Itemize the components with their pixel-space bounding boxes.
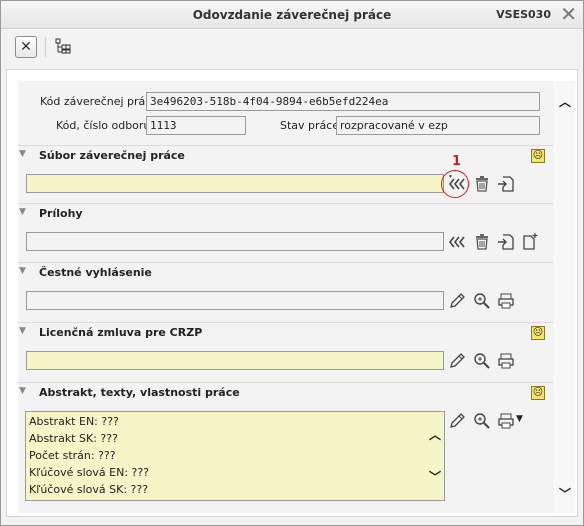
toolbar-divider [45, 37, 46, 57]
collapse-arrow-icon[interactable]: ▼ [19, 207, 26, 217]
title-bar: Odovzdanie záverečnej práce VSES030 ✕ [1, 1, 583, 29]
section-title: Abstrakt, texty, vlastnosti práce [39, 386, 240, 399]
section-divider [18, 262, 554, 263]
window-close-icon[interactable]: ✕ [560, 3, 577, 25]
collapse-arrow-icon[interactable]: ▼ [19, 386, 26, 396]
zoom-icon[interactable] [473, 412, 491, 430]
dept-code-field[interactable]: 1113 [146, 116, 246, 135]
abstract-line: Abstrakt EN: ??? [29, 415, 119, 428]
section-header-attachments[interactable]: ▼ Prílohy [18, 205, 554, 223]
print-dropdown-icon[interactable] [497, 412, 515, 430]
scroll-down-icon[interactable]: ﹀ [559, 485, 571, 502]
thesis-code-field[interactable]: 3e496203-518b-4f04-9894-e6b5efd224ea [146, 92, 540, 111]
annotation-number: 1 [452, 154, 462, 169]
scroll-up-icon[interactable]: ︿ [559, 93, 571, 110]
edit-pencil-icon[interactable] [448, 352, 466, 370]
status-field[interactable]: rozpracované v ezp [336, 116, 540, 135]
section-title: Licenčná zmluva pre CRZP [39, 326, 203, 339]
section-divider [18, 322, 554, 323]
print-icon[interactable] [497, 292, 515, 310]
abstract-textarea[interactable]: Abstrakt EN: ??? Abstrakt SK: ??? Počet … [25, 411, 445, 501]
declaration-field[interactable] [26, 291, 444, 310]
edit-pencil-icon[interactable] [448, 292, 466, 310]
zoom-icon[interactable] [473, 352, 491, 370]
collapse-arrow-icon[interactable]: ▼ [19, 149, 26, 159]
content-panel: Kód záverečnej práce 3e496203-518b-4f04-… [6, 69, 578, 517]
dialog-window: Odovzdanie záverečnej práce VSES030 ✕ ✕ … [0, 0, 584, 526]
license-field[interactable] [26, 351, 444, 370]
section-header-license[interactable]: ▼ Licenčná zmluva pre CRZP ☹ [18, 324, 554, 342]
section-divider [18, 382, 554, 383]
section-title: Čestné vyhlásenie [39, 266, 152, 279]
import-icon[interactable] [497, 233, 515, 251]
status-label: Stav práce [280, 119, 340, 132]
section-header-thesis-file[interactable]: ▼ Súbor záverečnej práce ☹ [18, 147, 554, 165]
section-divider [18, 203, 554, 204]
section-header-abstract[interactable]: ▼ Abstrakt, texty, vlastnosti práce ☹ [18, 384, 554, 402]
toolbar: ✕ [1, 29, 583, 65]
thesis-code-label: Kód záverečnej práce [40, 95, 159, 108]
collapse-arrow-icon[interactable]: ▼ [19, 266, 26, 276]
app-code: VSES030 [496, 8, 551, 21]
import-icon[interactable] [497, 175, 515, 193]
abstract-line: Kľúčové slová EN: ??? [29, 466, 150, 479]
section-title: Súbor záverečnej práce [39, 149, 185, 162]
new-document-icon[interactable] [521, 233, 539, 251]
section-header-declaration[interactable]: ▼ Čestné vyhlásenie [18, 264, 554, 282]
zoom-icon[interactable] [473, 292, 491, 310]
add-file-icon[interactable] [448, 233, 466, 251]
scroll-down-icon[interactable]: ﹀ [429, 468, 441, 485]
thesis-file-field[interactable] [26, 174, 444, 193]
sad-status-icon: ☹ [531, 326, 545, 340]
tree-view-icon[interactable] [55, 38, 71, 54]
annotation-circle [441, 170, 469, 198]
abstract-line: Kľúčové slová SK: ??? [29, 483, 149, 496]
section-divider [18, 145, 554, 146]
dept-code-label: Kód, číslo odboru [56, 119, 151, 132]
section-title: Prílohy [39, 207, 83, 220]
abstract-line: Počet strán: ??? [29, 449, 116, 462]
sad-status-icon: ☹ [531, 149, 545, 163]
edit-pencil-icon[interactable] [448, 412, 466, 430]
abstract-line: Abstrakt SK: ??? [29, 432, 118, 445]
vertical-scrollbar[interactable]: ︿ ﹀ [555, 81, 575, 513]
delete-icon[interactable] [473, 175, 491, 193]
attachments-field[interactable] [26, 232, 444, 251]
scroll-up-icon[interactable]: ︿ [429, 426, 441, 443]
delete-icon[interactable] [473, 233, 491, 251]
textarea-scrollbar[interactable]: ︿ ﹀ [426, 412, 444, 500]
sad-status-icon: ☹ [531, 386, 545, 400]
print-icon[interactable] [497, 352, 515, 370]
close-button[interactable]: ✕ [15, 36, 37, 58]
chevron-down-icon[interactable]: ▼ [516, 414, 523, 424]
collapse-arrow-icon[interactable]: ▼ [19, 326, 26, 336]
